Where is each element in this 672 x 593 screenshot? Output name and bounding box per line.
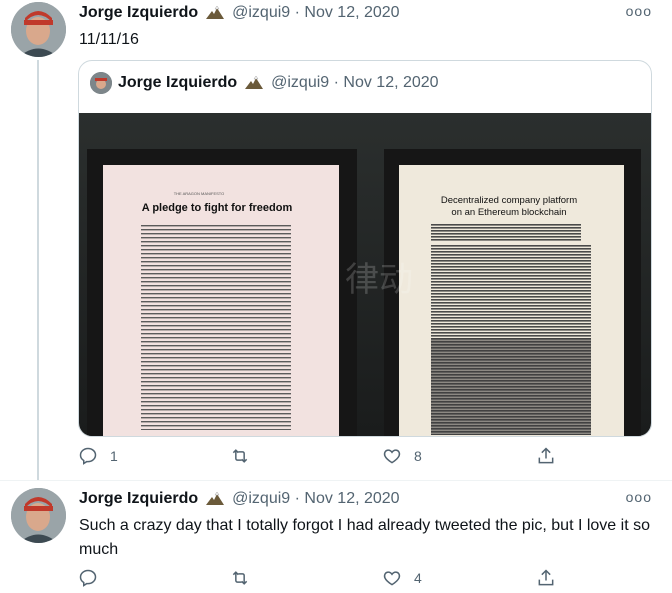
reply-icon [79, 569, 97, 587]
retweet-icon [232, 571, 248, 585]
quoted-avatar [90, 72, 112, 94]
tweet-date[interactable]: Nov 12, 2020 [304, 4, 399, 22]
avatar[interactable] [11, 488, 66, 543]
more-options-icon[interactable]: ooo [626, 3, 652, 19]
share-icon [538, 447, 554, 464]
quoted-author-handle[interactable]: @izqui9 [271, 74, 329, 92]
framed-documents-photo: THE ARAGON MANIFESTO A pledge to fight f… [79, 113, 651, 436]
tweet-text: Such a crazy day that I totally forgot I… [79, 517, 650, 558]
avatar-photo [11, 488, 66, 543]
share-button[interactable] [536, 446, 556, 466]
quoted-image[interactable]: THE ARAGON MANIFESTO A pledge to fight f… [79, 113, 651, 436]
avatar-photo [11, 2, 66, 57]
dot-separator: · [329, 74, 344, 91]
tweet-header: Jorge Izquierdo @izqui9 · Nov 12, 2020 [79, 4, 400, 22]
left-kicker: THE ARAGON MANIFESTO [174, 191, 225, 196]
quoted-author-name[interactable]: Jorge Izquierdo [118, 74, 237, 92]
author-handle[interactable]: @izqui9 [232, 490, 290, 508]
reply-button[interactable] [78, 568, 110, 588]
eagle-emoji-icon [204, 5, 226, 21]
tweet-actions: 1 8 [78, 446, 578, 470]
reply-button[interactable]: 1 [78, 446, 118, 466]
heart-icon [383, 571, 401, 586]
watermark: 律动 [345, 260, 413, 300]
more-options-icon[interactable]: ooo [626, 489, 652, 505]
retweet-button[interactable] [230, 446, 250, 466]
tweet-date[interactable]: Nov 12, 2020 [304, 490, 399, 508]
tweet-divider [0, 480, 672, 481]
like-count: 4 [414, 570, 422, 586]
tweet-header: Jorge Izquierdo @izqui9 · Nov 12, 2020 [79, 490, 400, 508]
retweet-icon [232, 449, 248, 463]
heart-icon [383, 449, 401, 464]
eagle-emoji-icon [243, 75, 265, 91]
reply-icon [79, 447, 97, 465]
author-name[interactable]: Jorge Izquierdo [79, 490, 198, 508]
avatar[interactable] [11, 2, 66, 57]
author-handle[interactable]: @izqui9 [232, 4, 290, 22]
author-name[interactable]: Jorge Izquierdo [79, 4, 198, 22]
share-icon [538, 569, 554, 586]
tweet-actions: 4 [78, 568, 578, 592]
reply-count: 1 [110, 448, 118, 464]
right-doc-title-line2: on an Ethereum blockchain [451, 207, 566, 218]
dot-separator: · [290, 4, 305, 21]
right-doc-title-line1: Decentralized company platform [441, 195, 577, 206]
quoted-tweet-header: Jorge Izquierdo @izqui9 · Nov 12, 2020 [90, 72, 439, 94]
share-button[interactable] [536, 568, 556, 588]
retweet-button[interactable] [230, 568, 250, 588]
tweet-text: 11/11/16 [79, 31, 139, 48]
like-count: 8 [414, 448, 422, 464]
tweet-1[interactable]: Jorge Izquierdo @izqui9 · Nov 12, 2020 o… [0, 0, 672, 480]
left-doc-title: A pledge to fight for freedom [142, 202, 293, 214]
like-button[interactable]: 8 [382, 446, 422, 466]
dot-separator: · [290, 490, 305, 507]
tweet-2[interactable]: Jorge Izquierdo @izqui9 · Nov 12, 2020 o… [0, 486, 672, 593]
quoted-tweet[interactable]: Jorge Izquierdo @izqui9 · Nov 12, 2020 T… [78, 60, 652, 437]
like-button[interactable]: 4 [382, 568, 422, 588]
eagle-emoji-icon [204, 491, 226, 507]
quoted-tweet-date[interactable]: Nov 12, 2020 [343, 74, 438, 92]
